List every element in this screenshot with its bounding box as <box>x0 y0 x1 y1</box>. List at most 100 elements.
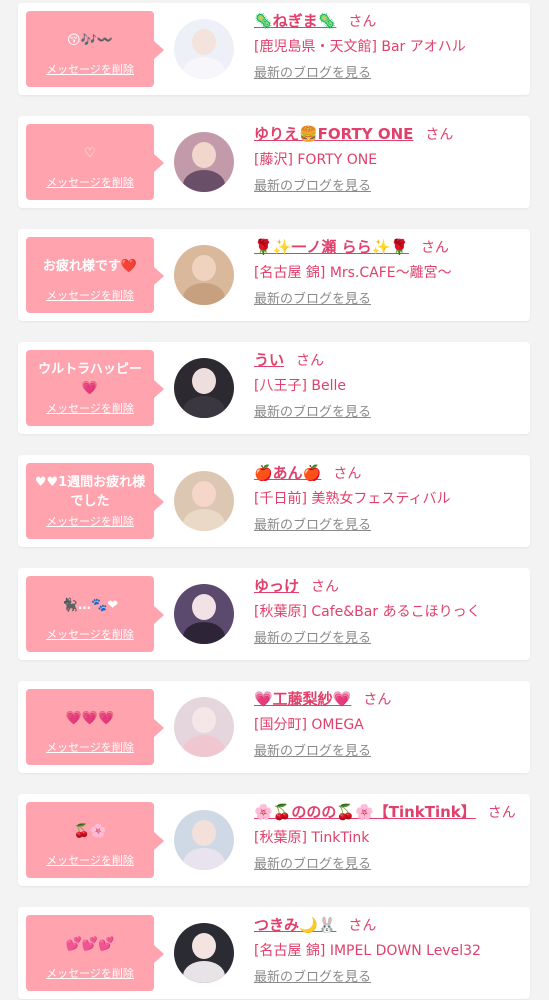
avatar[interactable] <box>174 810 234 870</box>
message-text: 🍒🌸 <box>73 823 107 839</box>
delete-message-link[interactable]: メッセージを削除 <box>26 287 154 303</box>
avatar[interactable] <box>174 471 234 531</box>
delete-message-link[interactable]: メッセージを削除 <box>26 400 154 416</box>
shop-label: [鹿児島県・天文館] Bar アオハル <box>254 39 466 55</box>
message-bubble: 💗💗💗 メッセージを削除 <box>26 689 164 765</box>
cast-name-link[interactable]: 🍎あん🍎 <box>254 464 321 482</box>
cast-name-link[interactable]: 💗工藤梨紗💗 <box>254 690 351 708</box>
shop-label: [秋葉原] TinkTink <box>254 830 370 846</box>
delete-message-link[interactable]: メッセージを削除 <box>26 61 154 77</box>
shop-label: [名古屋 錦] Mrs.CAFE〜離宮〜 <box>254 265 452 281</box>
shop-label: [国分町] OMEGA <box>254 717 364 733</box>
delete-message-link[interactable]: メッセージを削除 <box>26 174 154 190</box>
cast-name-link[interactable]: ゆりえ🍔FORTY ONE <box>254 125 413 143</box>
message-card: ウルトラハッピー💗 メッセージを削除 うい さん [八王子] Belle 最新のブログを見… <box>18 342 530 434</box>
latest-blog-link[interactable]: 最新のブログを見る <box>254 178 371 196</box>
cast-name-link[interactable]: ゆっけ <box>254 577 299 595</box>
message-bubble: 🐈‍⬛…🐾❤ メッセージを削除 <box>26 576 164 652</box>
message-bubble: 😚🎶〰️ メッセージを削除 <box>26 11 164 87</box>
message-text: 🐈‍⬛…🐾❤ <box>61 597 119 613</box>
delete-message-link[interactable]: メッセージを削除 <box>26 965 154 981</box>
cast-name-link[interactable]: 🌹✨一ノ瀬 らら✨🌹 <box>254 238 409 256</box>
message-list: 😚🎶〰️ メッセージを削除 🦠ねぎま🦠 さん [鹿児島県・天文館] Bar アオハル 最新… <box>0 0 549 1000</box>
avatar[interactable] <box>174 923 234 983</box>
message-card: ♥︎♥︎1週間お疲れ様でしたメッセージを削除 🍎あん🍎 さん [千日前] 美熟女フェス… <box>18 455 530 547</box>
message-text: ♡ <box>84 145 96 161</box>
latest-blog-link[interactable]: 最新のブログを見る <box>254 404 371 422</box>
cast-info: 🌹✨一ノ瀬 らら✨🌹 さん [名古屋 錦] Mrs.CAFE〜離宮〜 最新のブログを見… <box>254 235 520 309</box>
cast-info: 🌸🍒ののの🍒🌸【TinkTink】 さん [秋葉原] TinkTink 最新のブログを… <box>254 800 520 874</box>
message-bubble: ♥︎♥︎1週間お疲れ様でしたメッセージを削除 <box>26 463 164 539</box>
shop-label: [秋葉原] Cafe&Bar あるこほりっく <box>254 604 481 620</box>
name-row: 🍎あん🍎 さん <box>254 461 520 485</box>
avatar[interactable] <box>174 245 234 305</box>
honorific: さん <box>425 127 454 143</box>
honorific: さん <box>363 692 392 708</box>
latest-blog-link[interactable]: 最新のブログを見る <box>254 969 371 987</box>
message-bubble: お疲れ様です❤️ メッセージを削除 <box>26 237 164 313</box>
message-card: 💗💗💗 メッセージを削除 💗工藤梨紗💗 さん [国分町] OMEGA 最新のブログを見る <box>18 681 530 773</box>
cast-info: ゆっけ さん [秋葉原] Cafe&Bar あるこほりっく 最新のブログを見る <box>254 574 520 648</box>
cast-info: ゆりえ🍔FORTY ONE さん [藤沢] FORTY ONE 最新のブログを見る <box>254 122 520 196</box>
message-text: お疲れ様です❤️ <box>42 258 138 274</box>
message-bubble: ウルトラハッピー💗 メッセージを削除 <box>26 350 164 426</box>
cast-name-link[interactable]: 🦠ねぎま🦠 <box>254 12 336 30</box>
delete-message-link[interactable]: メッセージを削除 <box>26 513 154 529</box>
avatar[interactable] <box>174 132 234 192</box>
shop-label: [八王子] Belle <box>254 378 346 394</box>
message-card: お疲れ様です❤️ メッセージを削除 🌹✨一ノ瀬 らら✨🌹 さん [名古屋 錦] Mrs.… <box>18 229 530 321</box>
avatar[interactable] <box>174 19 234 79</box>
message-text: 💕💕💕 <box>65 936 115 952</box>
honorific: さん <box>333 466 362 482</box>
cast-info: うい さん [八王子] Belle 最新のブログを見る <box>254 348 520 422</box>
name-row: 🌹✨一ノ瀬 らら✨🌹 さん <box>254 235 520 259</box>
cast-info: 🍎あん🍎 さん [千日前] 美熟女フェスティバル 最新のブログを見る <box>254 461 520 535</box>
shop-label: [名古屋 錦] IMPEL DOWN Level32 <box>254 943 481 959</box>
message-bubble: 💕💕💕 メッセージを削除 <box>26 915 164 991</box>
message-card: 🐈‍⬛…🐾❤ メッセージを削除 ゆっけ さん [秋葉原] Cafe&Bar あるこほりっ… <box>18 568 530 660</box>
delete-message-link[interactable]: メッセージを削除 <box>26 626 154 642</box>
name-row: ゆっけ さん <box>254 574 520 598</box>
message-text: ウルトラハッピー💗 <box>38 362 142 396</box>
cast-info: つきみ🌙🐰 さん [名古屋 錦] IMPEL DOWN Level32 最新のブログを… <box>254 913 520 987</box>
delete-message-link[interactable]: メッセージを削除 <box>26 739 154 755</box>
message-card: 😚🎶〰️ メッセージを削除 🦠ねぎま🦠 さん [鹿児島県・天文館] Bar アオハル 最新… <box>18 3 530 95</box>
cast-info: 💗工藤梨紗💗 さん [国分町] OMEGA 最新のブログを見る <box>254 687 520 761</box>
cast-name-link[interactable]: 🌸🍒ののの🍒🌸【TinkTink】 <box>254 803 476 821</box>
message-text: 💗💗💗 <box>65 710 115 726</box>
name-row: ゆりえ🍔FORTY ONE さん <box>254 122 520 146</box>
name-row: うい さん <box>254 348 520 372</box>
honorific: さん <box>348 918 377 934</box>
honorific: さん <box>487 805 516 821</box>
name-row: 🌸🍒ののの🍒🌸【TinkTink】 さん <box>254 800 520 824</box>
shop-label: [藤沢] FORTY ONE <box>254 152 378 168</box>
message-text: ♥︎♥︎1週間お疲れ様でした <box>34 475 146 509</box>
cast-name-link[interactable]: つきみ🌙🐰 <box>254 916 336 934</box>
latest-blog-link[interactable]: 最新のブログを見る <box>254 856 371 874</box>
latest-blog-link[interactable]: 最新のブログを見る <box>254 291 371 309</box>
latest-blog-link[interactable]: 最新のブログを見る <box>254 630 371 648</box>
message-text: 😚🎶〰️ <box>67 32 113 48</box>
cast-name-link[interactable]: うい <box>254 351 284 369</box>
honorific: さん <box>296 353 325 369</box>
message-card: 💕💕💕 メッセージを削除 つきみ🌙🐰 さん [名古屋 錦] IMPEL DOWN Lev… <box>18 907 530 999</box>
name-row: 🦠ねぎま🦠 さん <box>254 9 520 33</box>
delete-message-link[interactable]: メッセージを削除 <box>26 852 154 868</box>
avatar[interactable] <box>174 358 234 418</box>
avatar[interactable] <box>174 584 234 644</box>
latest-blog-link[interactable]: 最新のブログを見る <box>254 517 371 535</box>
name-row: つきみ🌙🐰 さん <box>254 913 520 937</box>
message-bubble: 🍒🌸 メッセージを削除 <box>26 802 164 878</box>
cast-info: 🦠ねぎま🦠 さん [鹿児島県・天文館] Bar アオハル 最新のブログを見る <box>254 9 520 83</box>
honorific: さん <box>348 14 377 30</box>
honorific: さん <box>311 579 340 595</box>
latest-blog-link[interactable]: 最新のブログを見る <box>254 65 371 83</box>
latest-blog-link[interactable]: 最新のブログを見る <box>254 743 371 761</box>
honorific: さん <box>420 240 449 256</box>
message-card: ♡ メッセージを削除 ゆりえ🍔FORTY ONE さん [藤沢] FORTY ONE 最新… <box>18 116 530 208</box>
message-bubble: ♡ メッセージを削除 <box>26 124 164 200</box>
avatar[interactable] <box>174 697 234 757</box>
message-card: 🍒🌸 メッセージを削除 🌸🍒ののの🍒🌸【TinkTink】 さん [秋葉原] TinkT… <box>18 794 530 886</box>
name-row: 💗工藤梨紗💗 さん <box>254 687 520 711</box>
shop-label: [千日前] 美熟女フェスティバル <box>254 491 451 507</box>
